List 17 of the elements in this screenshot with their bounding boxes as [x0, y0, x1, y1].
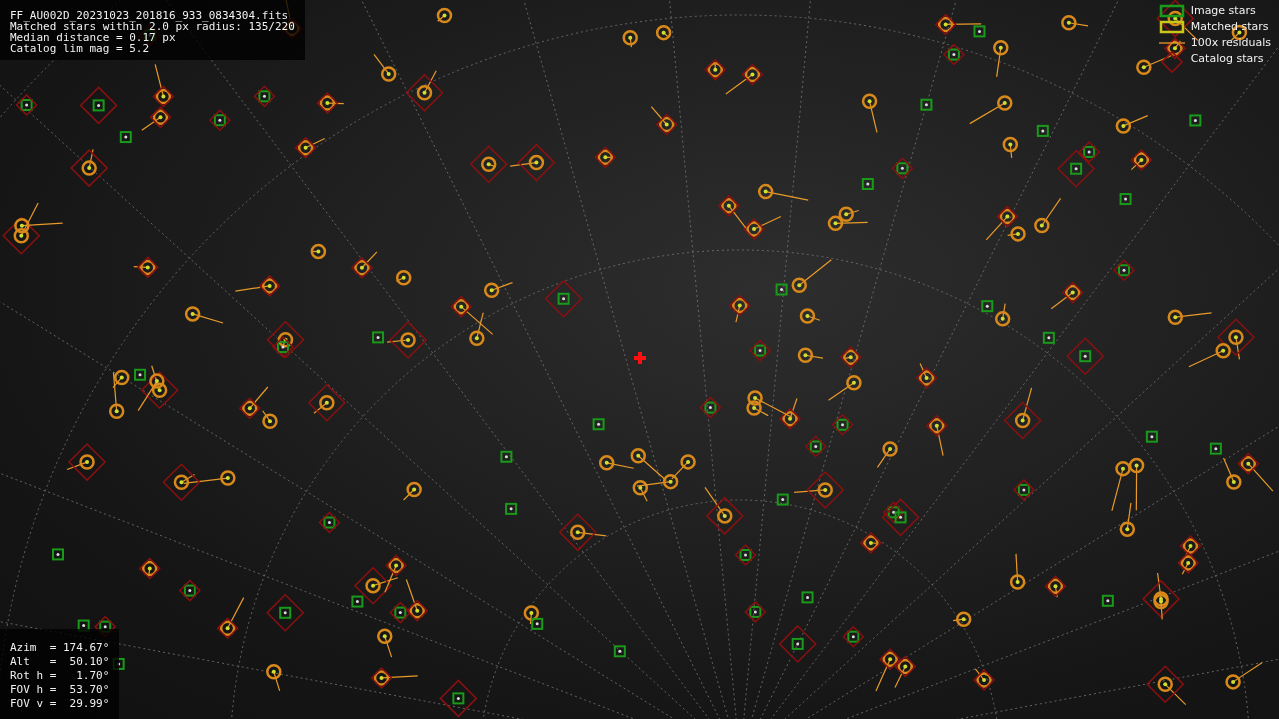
pointing-text: Alt = 50.10° — [10, 655, 110, 669]
legend-label: Matched stars — [1190, 20, 1269, 33]
diamond-icon — [1158, 50, 1185, 73]
legend-label: Image stars — [1190, 4, 1256, 17]
legend-label: Catalog stars — [1190, 52, 1264, 65]
pointing-text: FOV v = 29.99° — [10, 697, 110, 711]
info-text: FF_AU002D_20231023_201816_933_0834304.fits — [10, 10, 290, 21]
square-marker-icon — [1158, 3, 1185, 18]
info-text: Catalog lim mag = 5.2 — [10, 43, 151, 54]
line-icon — [1158, 41, 1185, 44]
info-text: Matched stars within 2.0 px radius: 135/220 — [10, 21, 295, 32]
legend-label: 100x residuals — [1190, 36, 1271, 49]
pointing-text: Rot h = 1.70° — [10, 669, 110, 683]
cross-icon — [634, 352, 646, 364]
info-text: Median distance = 0.17 px — [10, 32, 176, 43]
pointing-text: FOV h = 53.70° — [10, 683, 110, 697]
pointing-text: Azim = 174.67° — [10, 641, 110, 655]
